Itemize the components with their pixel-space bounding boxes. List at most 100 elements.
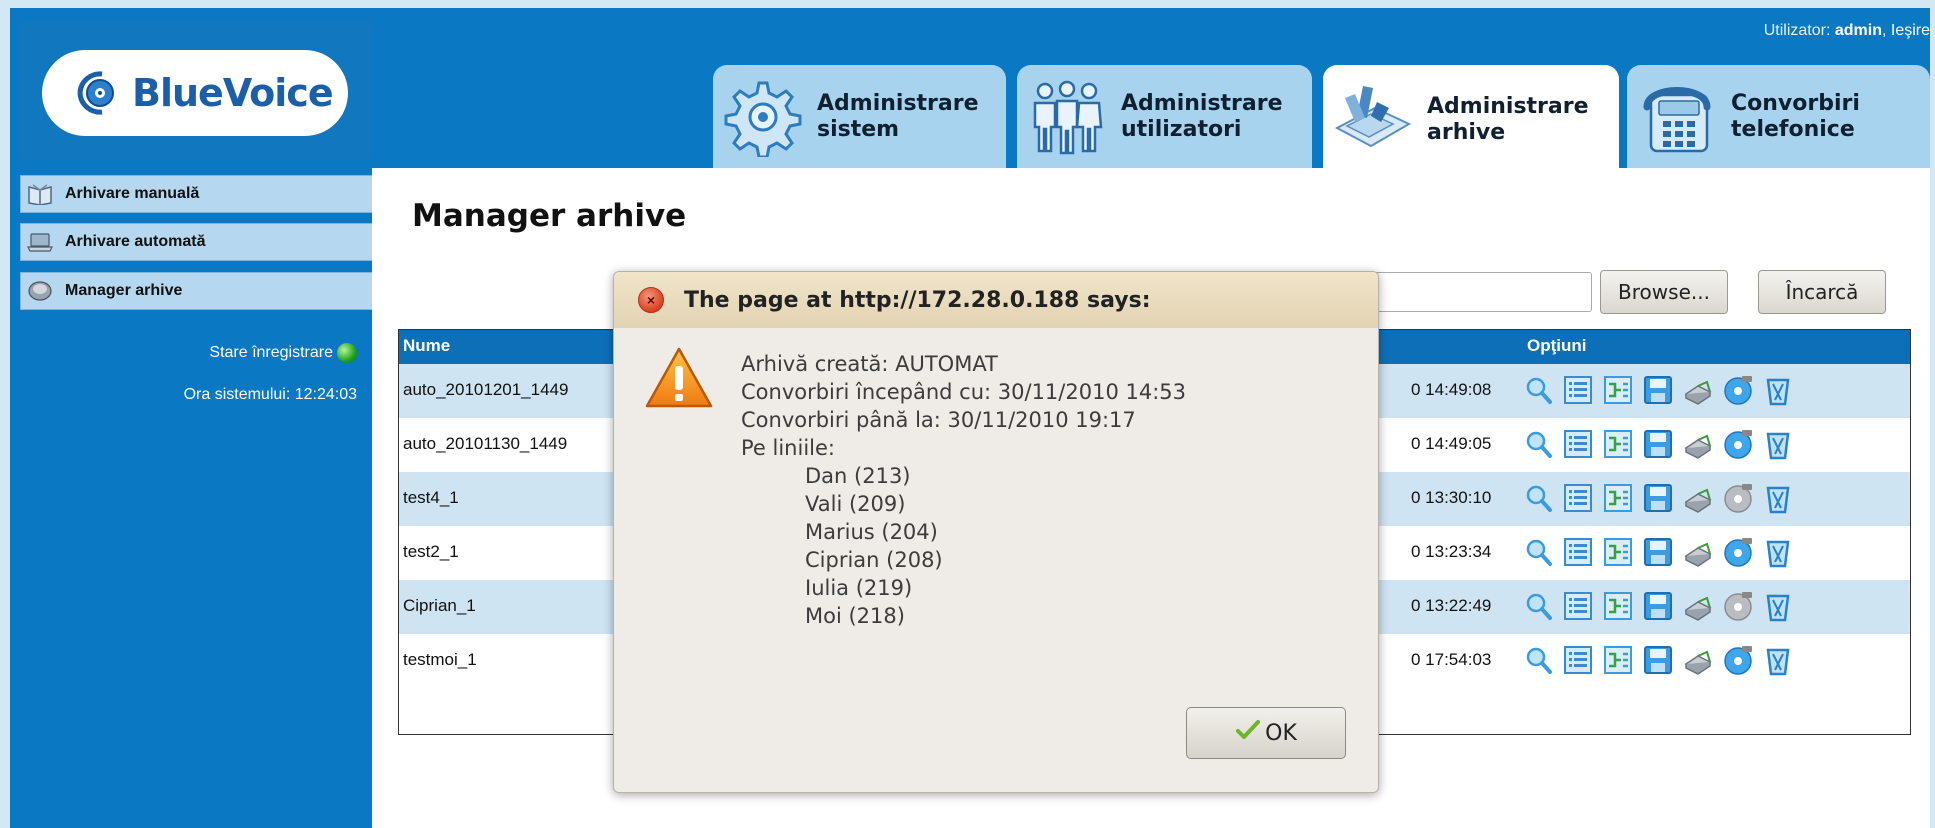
archive-name: auto_20101130_1449 <box>403 434 568 453</box>
close-icon[interactable]: × <box>638 287 664 313</box>
sidebar-item-manager-arhive[interactable]: Manager arhive <box>20 272 378 310</box>
delete-icon[interactable] <box>1763 644 1793 676</box>
eraser-icon[interactable] <box>1683 644 1713 676</box>
archive-name: auto_20101201_1449 <box>403 380 569 399</box>
split-icon[interactable] <box>1603 428 1633 460</box>
user-separator: , <box>1881 22 1891 39</box>
delete-icon[interactable] <box>1763 428 1793 460</box>
delete-icon[interactable] <box>1763 536 1793 568</box>
upload-button[interactable]: Încarcă <box>1758 270 1886 314</box>
view-icon[interactable] <box>1523 644 1553 676</box>
tab-label-line1: Administrare <box>1121 91 1283 116</box>
split-icon[interactable] <box>1603 482 1633 514</box>
delete-icon[interactable] <box>1763 374 1793 406</box>
recording-status-label: Stare înregistrare <box>209 344 333 362</box>
eraser-icon[interactable] <box>1683 482 1713 514</box>
details-icon[interactable] <box>1563 374 1593 406</box>
tab-administrare-arhive[interactable]: Administrare arhive <box>1323 65 1619 175</box>
cd-icon[interactable] <box>1723 428 1753 460</box>
delete-icon[interactable] <box>1763 590 1793 622</box>
view-icon[interactable] <box>1523 536 1553 568</box>
sidebar-item-arhivare-manuala[interactable]: Arhivare manuală <box>20 175 378 213</box>
tab-label-line2: telefonice <box>1731 117 1855 142</box>
save-icon[interactable] <box>1643 590 1673 622</box>
tab-administrare-utilizatori[interactable]: Administrare utilizatori <box>1017 65 1312 169</box>
logo-text-voice: Voice <box>222 71 334 115</box>
view-icon[interactable] <box>1523 374 1553 406</box>
logo-area: BlueVoice <box>20 22 372 160</box>
eraser-icon[interactable] <box>1683 536 1713 568</box>
recording-status: Stare înregistrare <box>209 343 357 363</box>
save-icon[interactable] <box>1643 644 1673 676</box>
row-options <box>1523 428 1793 460</box>
logout-link[interactable]: Ieşire <box>1891 22 1930 39</box>
cd-icon[interactable] <box>1723 590 1753 622</box>
save-icon[interactable] <box>1643 482 1673 514</box>
tab-administrare-sistem[interactable]: Administrare sistem <box>713 65 1006 169</box>
dialog-title: The page at http://172.28.0.188 says: <box>684 287 1151 313</box>
details-icon[interactable] <box>1563 482 1593 514</box>
sidebar-item-arhivare-automata[interactable]: Arhivare automată <box>20 223 378 261</box>
app-frame: BlueVoice Utilizator: admin, Ieşire Admi… <box>10 8 1930 828</box>
view-icon[interactable] <box>1523 428 1553 460</box>
details-icon[interactable] <box>1563 536 1593 568</box>
archive-date: 0 13:23:34 <box>1411 542 1492 561</box>
split-icon[interactable] <box>1603 590 1633 622</box>
row-options <box>1523 644 1793 676</box>
sidebar-item-label: Manager arhive <box>65 282 183 299</box>
status-green-dot-icon <box>337 343 357 363</box>
cd-icon[interactable] <box>1723 374 1753 406</box>
warning-icon <box>644 346 714 410</box>
save-icon[interactable] <box>1643 536 1673 568</box>
ok-label: OK <box>1265 720 1297 746</box>
cd-icon[interactable] <box>1723 536 1753 568</box>
user-line: Utilizator: admin, Ieşire <box>1764 22 1930 40</box>
dialog-line: Convorbiri începând cu: 30/11/2010 14:53 <box>741 380 1186 404</box>
tab-label-line1: Convorbiri <box>1731 91 1860 116</box>
sidebar-item-label: Arhivare manuală <box>65 185 200 202</box>
logo-mark-icon <box>72 70 122 116</box>
archive-name: testmoi_1 <box>403 650 477 669</box>
view-icon[interactable] <box>1523 590 1553 622</box>
row-options <box>1523 374 1793 406</box>
eraser-icon[interactable] <box>1683 428 1713 460</box>
gear-icon <box>723 77 803 159</box>
delete-icon[interactable] <box>1763 482 1793 514</box>
sidebar-item-label: Arhivare automată <box>65 233 206 250</box>
details-icon[interactable] <box>1563 590 1593 622</box>
file-path-input[interactable] <box>1362 272 1592 312</box>
telephone-icon <box>1637 77 1717 157</box>
save-icon[interactable] <box>1643 428 1673 460</box>
cd-icon[interactable] <box>1723 644 1753 676</box>
laptop-icon <box>27 231 53 253</box>
tab-label-line2: sistem <box>817 117 900 142</box>
split-icon[interactable] <box>1603 374 1633 406</box>
archive-date: 0 14:49:05 <box>1411 434 1492 453</box>
archive-date: 0 13:22:49 <box>1411 596 1492 615</box>
book-icon <box>27 183 53 206</box>
details-icon[interactable] <box>1563 428 1593 460</box>
column-header-options: Opţiuni <box>1527 336 1587 355</box>
eraser-icon[interactable] <box>1683 374 1713 406</box>
details-icon[interactable] <box>1563 644 1593 676</box>
eraser-icon[interactable] <box>1683 590 1713 622</box>
tab-convorbiri-telefonice[interactable]: Convorbiri telefonice <box>1627 65 1930 169</box>
dialog-message: Arhivă creată: AUTOMAT Convorbiri începâ… <box>741 350 1186 630</box>
browse-button[interactable]: Browse... <box>1600 270 1728 314</box>
save-icon[interactable] <box>1643 374 1673 406</box>
ok-button[interactable]: OK <box>1186 707 1346 759</box>
cd-icon[interactable] <box>1723 482 1753 514</box>
row-options <box>1523 590 1793 622</box>
user-prefix: Utilizator: <box>1763 22 1835 39</box>
archive-name: Ciprian_1 <box>403 596 476 615</box>
logo-text-blue: Blue <box>132 71 224 115</box>
row-options <box>1523 482 1793 514</box>
archive-date: 0 13:30:10 <box>1411 488 1492 507</box>
bluevoice-logo[interactable]: BlueVoice <box>42 50 348 136</box>
checkmark-icon <box>1235 719 1261 747</box>
archive-name: test2_1 <box>403 542 459 561</box>
split-icon[interactable] <box>1603 536 1633 568</box>
page-title: Manager arhive <box>412 198 687 234</box>
split-icon[interactable] <box>1603 644 1633 676</box>
view-icon[interactable] <box>1523 482 1553 514</box>
